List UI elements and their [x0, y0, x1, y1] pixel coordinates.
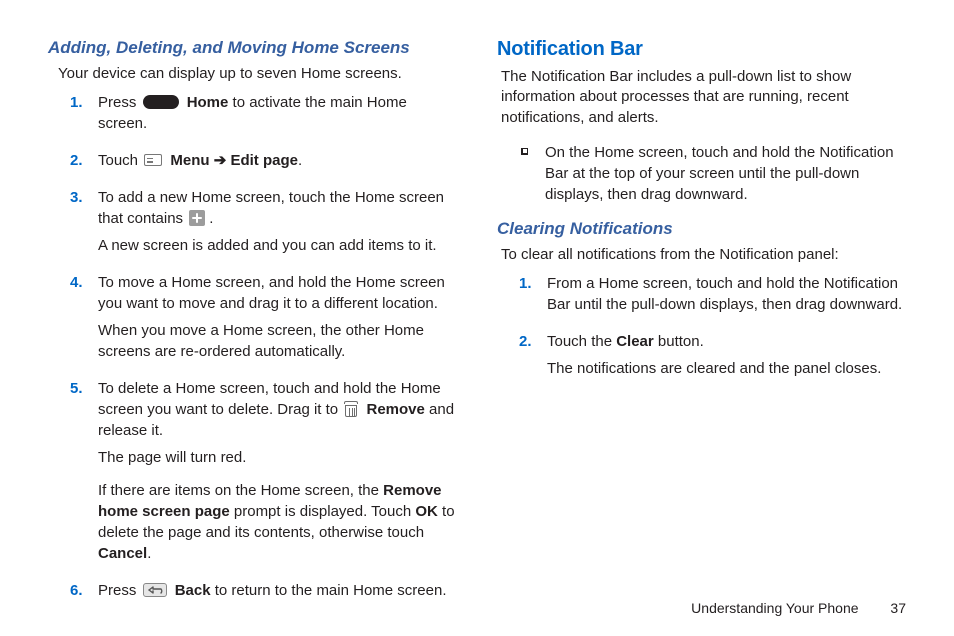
clear-label: Clear [616, 333, 654, 350]
step-4: To move a Home screen, and hold the Home… [98, 272, 457, 362]
step-text: To move a Home screen, and hold the Home… [98, 274, 445, 312]
footer-section-title: Understanding Your Phone [691, 600, 858, 616]
step-5: To delete a Home screen, touch and hold … [98, 378, 457, 564]
note-text: If there are items on the Home screen, t… [98, 482, 383, 499]
step-3: To add a new Home screen, touch the Home… [98, 187, 457, 256]
note-text: . [147, 545, 151, 562]
subsection-heading-home-screens: Adding, Deleting, and Moving Home Screen… [48, 38, 457, 58]
step-2: Touch Menu ➔ Edit page. [98, 150, 457, 171]
step-note: When you move a Home screen, the other H… [98, 320, 457, 362]
intro-paragraph: Your device can display up to seven Home… [58, 64, 457, 84]
back-key-icon [143, 583, 167, 597]
step-text: . [298, 152, 302, 169]
intro-paragraph: To clear all notifications from the Noti… [501, 245, 906, 265]
left-column: Adding, Deleting, and Moving Home Screen… [48, 38, 457, 617]
intro-paragraph: The Notification Bar includes a pull-dow… [501, 67, 906, 128]
step-note: A new screen is added and you can add it… [98, 235, 457, 256]
step-note: The notifications are cleared and the pa… [547, 358, 906, 379]
home-label: Home [187, 94, 229, 111]
remove-label: Remove [366, 401, 424, 418]
step-text: Press [98, 582, 141, 599]
step-note: The page will turn red. [98, 447, 457, 468]
step-text: Touch the [547, 333, 616, 350]
step-text: to return to the main Home screen. [211, 582, 447, 599]
step-text: Press [98, 94, 141, 111]
back-label: Back [175, 582, 211, 599]
edit-page-label: Edit page [230, 152, 298, 169]
section-heading-notification-bar: Notification Bar [497, 38, 906, 61]
step-text: To add a new Home screen, touch the Home… [98, 189, 444, 227]
right-column: Notification Bar The Notification Bar in… [497, 38, 906, 617]
home-screens-steps: Press Home to activate the main Home scr… [76, 92, 457, 601]
step-note: If there are items on the Home screen, t… [98, 480, 457, 564]
trash-icon [344, 401, 358, 417]
menu-icon [144, 154, 162, 166]
arrow-icon: ➔ [210, 152, 231, 169]
step-text: . [209, 210, 213, 227]
cancel-label: Cancel [98, 545, 147, 562]
step-6: Press Back to return to the main Home sc… [98, 580, 457, 601]
bullet-item: On the Home screen, touch and hold the N… [521, 142, 906, 205]
page-footer: Understanding Your Phone 37 [691, 600, 906, 616]
step-1: Press Home to activate the main Home scr… [98, 92, 457, 134]
clearing-steps: From a Home screen, touch and hold the N… [525, 273, 906, 379]
home-key-icon [143, 95, 179, 109]
step-text: From a Home screen, touch and hold the N… [547, 275, 902, 313]
note-text: prompt is displayed. Touch [230, 503, 416, 520]
step-text: button. [654, 333, 704, 350]
step-1: From a Home screen, touch and hold the N… [547, 273, 906, 315]
menu-label: Menu [170, 152, 209, 169]
plus-tile-icon [189, 210, 205, 226]
two-column-layout: Adding, Deleting, and Moving Home Screen… [48, 38, 906, 617]
manual-page: Adding, Deleting, and Moving Home Screen… [0, 0, 954, 636]
step-2: Touch the Clear button. The notification… [547, 331, 906, 379]
subsection-heading-clearing: Clearing Notifications [497, 219, 906, 239]
step-text: Touch [98, 152, 142, 169]
bullet-list: On the Home screen, touch and hold the N… [521, 142, 906, 205]
page-number: 37 [890, 600, 906, 616]
ok-label: OK [415, 503, 438, 520]
